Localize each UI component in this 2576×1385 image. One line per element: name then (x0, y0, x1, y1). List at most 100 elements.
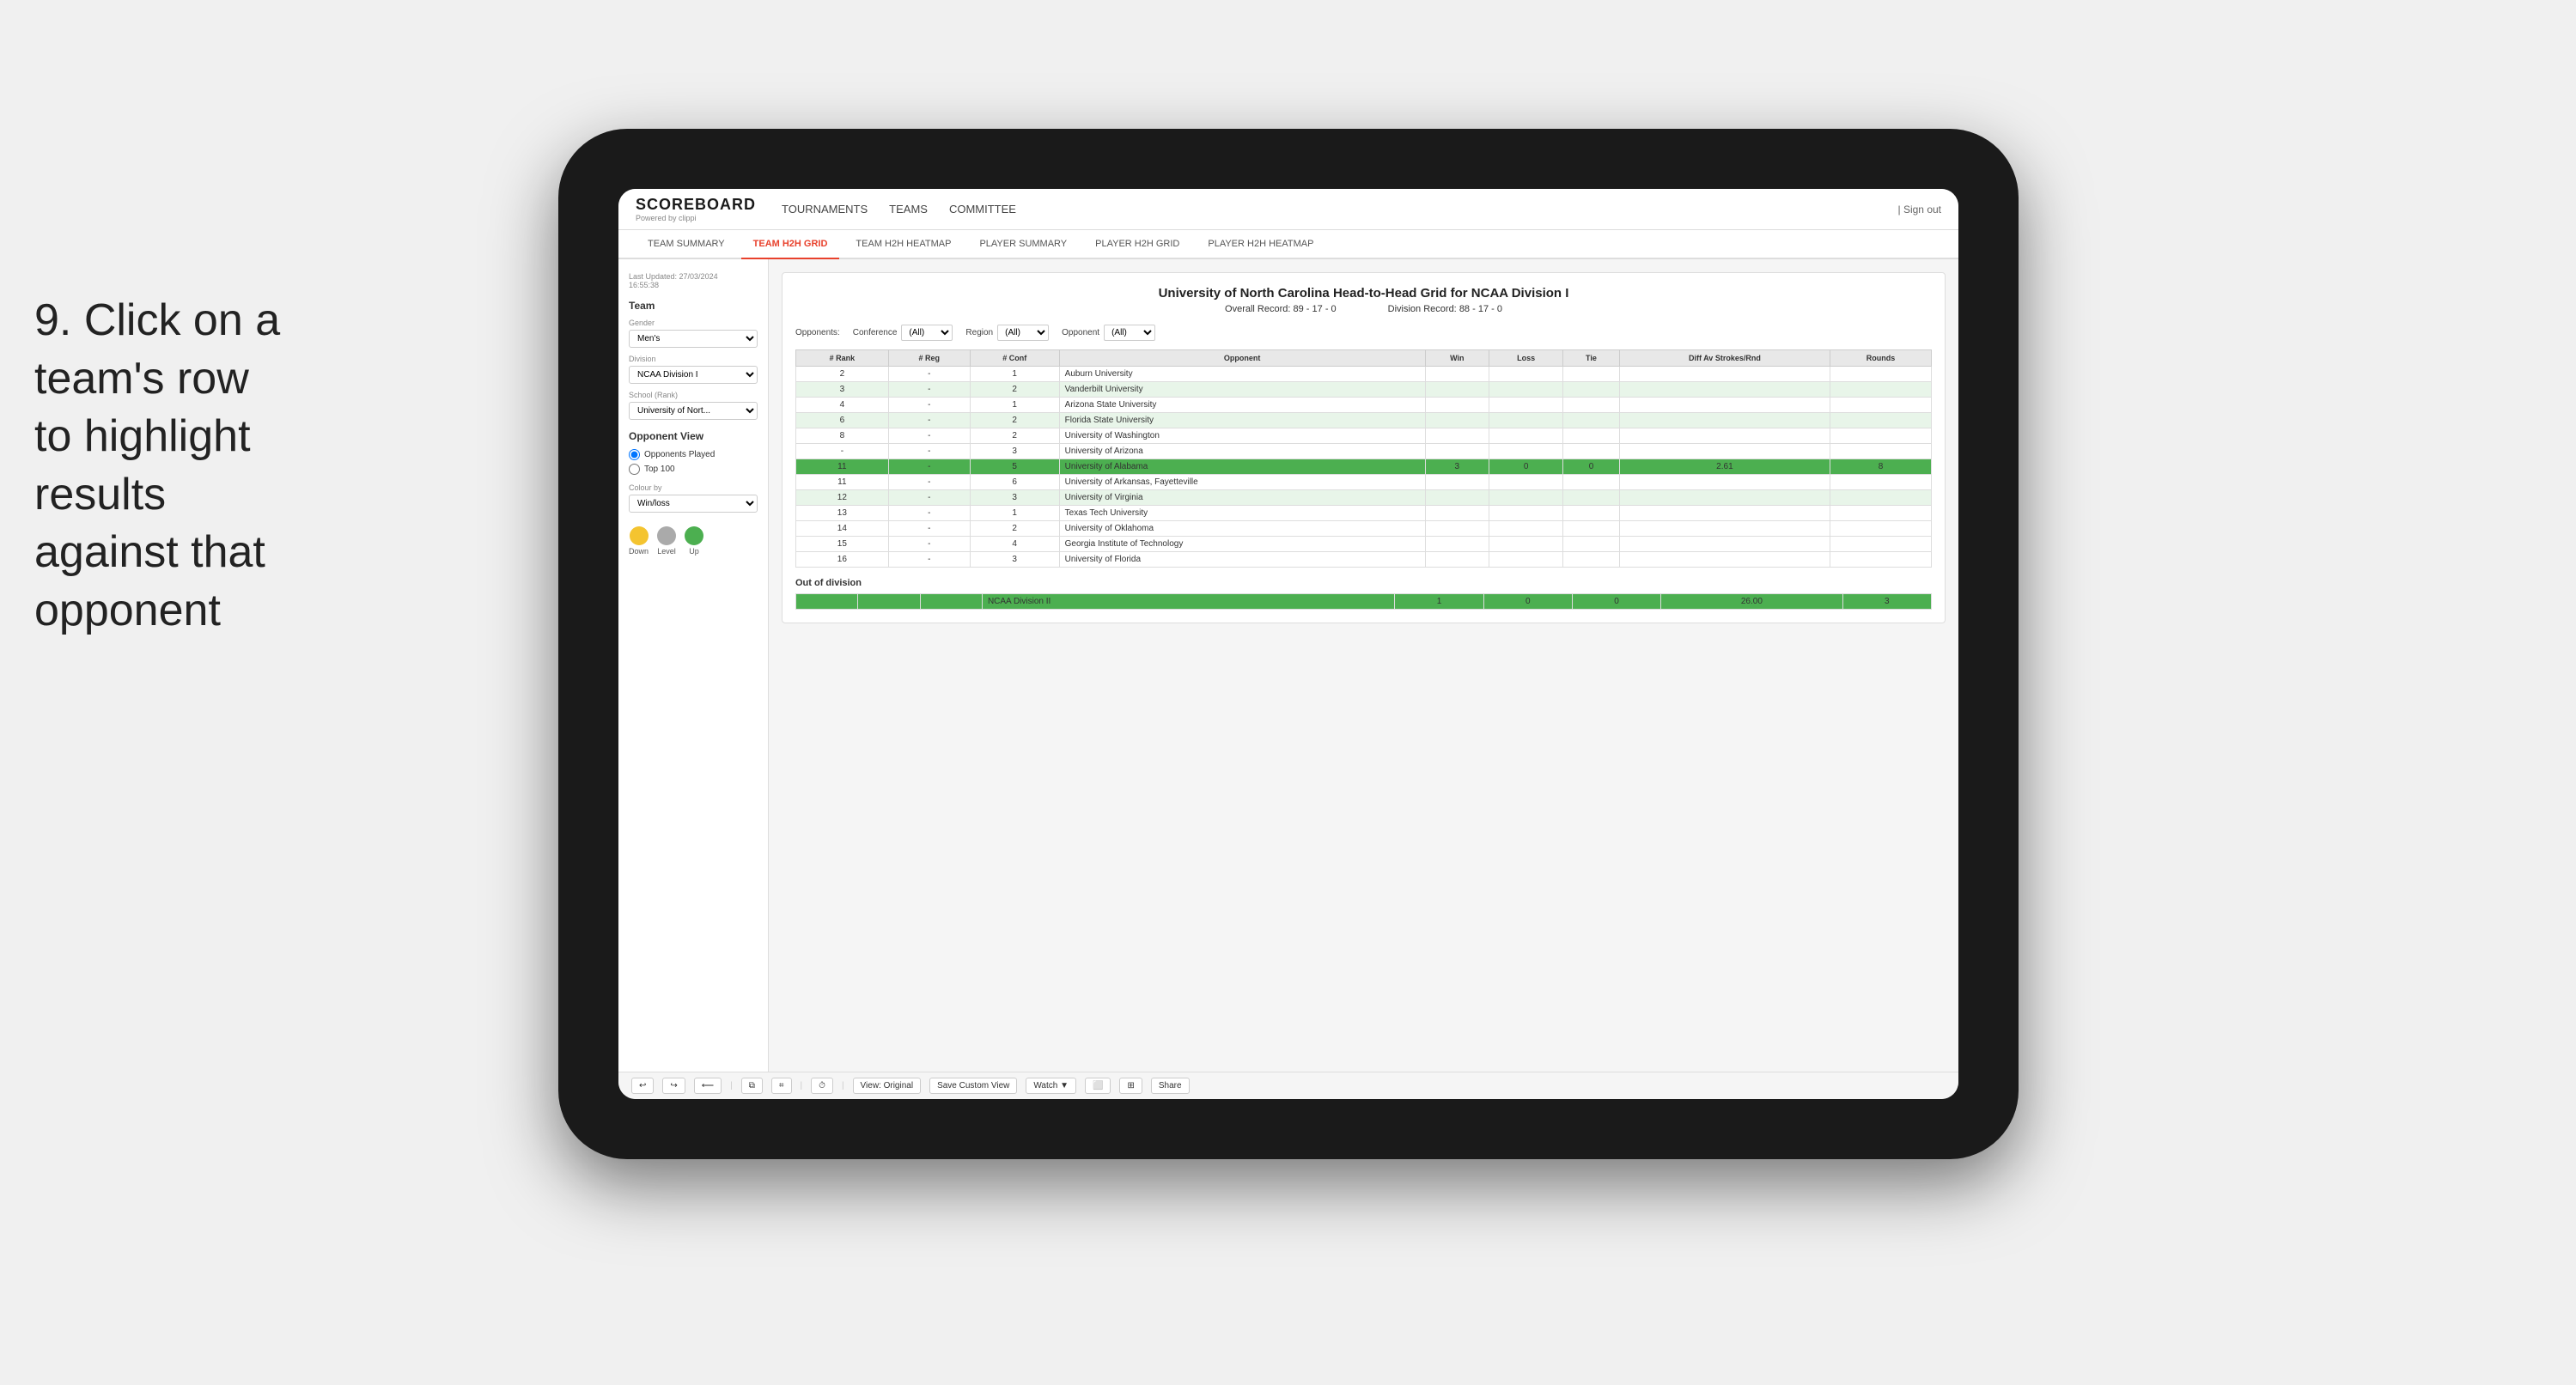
tab-team-summary[interactable]: TEAM SUMMARY (636, 230, 737, 259)
tablet-device: SCOREBOARD Powered by clippi TOURNAMENTS… (558, 129, 2019, 1159)
legend-up: Up (685, 526, 703, 556)
view-original-btn[interactable]: View: Original (853, 1078, 922, 1094)
tab-team-h2h-grid[interactable]: TEAM H2H GRID (741, 230, 840, 259)
table-row[interactable]: 16-3University of Florida (796, 552, 1932, 568)
col-conf: # Conf (970, 350, 1059, 367)
division-record: Division Record: 88 - 17 - 0 (1388, 304, 1502, 314)
col-reg: # Reg (888, 350, 970, 367)
ood-rounds: 3 (1842, 594, 1931, 610)
ood-diff: 26.00 (1661, 594, 1843, 610)
tab-player-h2h-grid[interactable]: PLAYER H2H GRID (1083, 230, 1191, 259)
h2h-table: # Rank # Reg # Conf Opponent Win Loss Ti… (795, 349, 1932, 568)
conference-filter: Conference (All) (853, 325, 953, 341)
grid-records: Overall Record: 89 - 17 - 0 Division Rec… (795, 304, 1932, 314)
table-header-row: # Rank # Reg # Conf Opponent Win Loss Ti… (796, 350, 1932, 367)
radio-opponents-played[interactable]: Opponents Played (629, 449, 758, 460)
conference-select[interactable]: (All) (901, 325, 953, 341)
filter-row: Opponents: Conference (All) Region ( (795, 325, 1932, 341)
main-content: Last Updated: 27/03/2024 16:55:38 Team G… (618, 259, 1958, 1072)
col-rounds: Rounds (1830, 350, 1932, 367)
nav-sign-out[interactable]: | Sign out (1898, 203, 1941, 216)
nav-committee[interactable]: COMMITTEE (949, 199, 1016, 219)
legend-down-dot (630, 526, 649, 545)
out-of-division-header: Out of division (795, 578, 1932, 588)
table-row[interactable]: 13-1Texas Tech University (796, 506, 1932, 521)
redo-btn[interactable]: ↪ (662, 1078, 685, 1094)
table-row[interactable]: 15-4Georgia Institute of Technology (796, 537, 1932, 552)
table-row[interactable]: 3-2Vanderbilt University (796, 382, 1932, 398)
grid-panel: University of North Carolina Head-to-Hea… (769, 259, 1958, 1072)
watch-btn[interactable]: Watch ▼ (1026, 1078, 1076, 1094)
school-select[interactable]: University of Nort... (629, 402, 758, 420)
region-filter: Region (All) (965, 325, 1049, 341)
table-row[interactable]: 2-1Auburn University (796, 367, 1932, 382)
logo-scoreboard: SCOREBOARD (636, 196, 756, 214)
bottom-toolbar: ↩ ↪ ⟵ | ⧉ ⌗ | ⏱ | View: Original Save Cu… (618, 1072, 1958, 1099)
ood-label: NCAA Division II (982, 594, 1394, 610)
undo-btn[interactable]: ↩ (631, 1078, 654, 1094)
share-btn[interactable]: Share (1151, 1078, 1190, 1094)
col-opponent: Opponent (1059, 350, 1425, 367)
nav-links: TOURNAMENTS TEAMS COMMITTEE (782, 199, 1873, 219)
gender-label: Gender (629, 319, 758, 327)
tab-player-h2h-heatmap[interactable]: PLAYER H2H HEATMAP (1196, 230, 1325, 259)
table-row[interactable]: 12-3University of Virginia (796, 490, 1932, 506)
nav-tournaments[interactable]: TOURNAMENTS (782, 199, 868, 219)
out-of-division-table: NCAA Division II 1 0 0 26.00 3 (795, 593, 1932, 610)
table-row[interactable]: 8-2University of Washington (796, 428, 1932, 444)
col-diff: Diff Av Strokes/Rnd (1619, 350, 1830, 367)
team-section-title: Team (629, 300, 758, 312)
ood-reg (858, 594, 920, 610)
col-loss: Loss (1489, 350, 1563, 367)
logo-powered: Powered by clippi (636, 214, 756, 222)
division-label: Division (629, 355, 758, 363)
timer-btn[interactable]: ⏱ (811, 1078, 833, 1094)
table-row[interactable]: 11-6University of Arkansas, Fayetteville (796, 475, 1932, 490)
legend: Down Level Up (629, 526, 758, 556)
legend-level: Level (657, 526, 676, 556)
instruction-text: 9. Click on a team's row to highlight re… (34, 292, 283, 641)
table-row[interactable]: 4-1Arizona State University (796, 398, 1932, 413)
grid-btn[interactable]: ⊞ (1119, 1078, 1142, 1094)
ood-tie: 0 (1572, 594, 1660, 610)
radio-top100[interactable]: Top 100 (629, 464, 758, 475)
last-updated: Last Updated: 27/03/2024 16:55:38 (629, 272, 758, 289)
back-btn[interactable]: ⟵ (694, 1078, 722, 1094)
table-row[interactable]: 11-5University of Alabama3002.618 (796, 459, 1932, 475)
gender-select[interactable]: Men's (629, 330, 758, 348)
tablet-screen: SCOREBOARD Powered by clippi TOURNAMENTS… (618, 189, 1958, 1099)
scene: 9. Click on a team's row to highlight re… (0, 0, 2576, 1385)
nav-teams[interactable]: TEAMS (889, 199, 928, 219)
tab-player-summary[interactable]: PLAYER SUMMARY (967, 230, 1079, 259)
legend-down: Down (629, 526, 649, 556)
opponent-view-options: Opponents Played Top 100 (629, 449, 758, 475)
col-tie: Tie (1563, 350, 1619, 367)
table-row[interactable]: --3University of Arizona (796, 444, 1932, 459)
col-rank: # Rank (796, 350, 889, 367)
ood-conf (920, 594, 982, 610)
copy-btn[interactable]: ⧉ (741, 1078, 763, 1094)
colour-by-select[interactable]: Win/loss (629, 495, 758, 513)
overall-record: Overall Record: 89 - 17 - 0 (1225, 304, 1337, 314)
ood-rank (796, 594, 858, 610)
legend-up-dot (685, 526, 703, 545)
save-custom-view-btn[interactable]: Save Custom View (929, 1078, 1017, 1094)
grid-container: University of North Carolina Head-to-Hea… (782, 272, 1946, 623)
legend-level-dot (657, 526, 676, 545)
col-win: Win (1425, 350, 1489, 367)
opponent-view-title: Opponent View (629, 430, 758, 442)
nav-bar: SCOREBOARD Powered by clippi TOURNAMENTS… (618, 189, 1958, 230)
table-row[interactable]: 6-2Florida State University (796, 413, 1932, 428)
screen-btn[interactable]: ⬜ (1085, 1078, 1111, 1094)
colour-by-label: Colour by (629, 483, 758, 492)
ood-win: 1 (1395, 594, 1483, 610)
sub-nav: TEAM SUMMARY TEAM H2H GRID TEAM H2H HEAT… (618, 230, 1958, 259)
out-of-division-row[interactable]: NCAA Division II 1 0 0 26.00 3 (796, 594, 1932, 610)
paste-btn[interactable]: ⌗ (771, 1078, 792, 1094)
tab-team-h2h-heatmap[interactable]: TEAM H2H HEATMAP (843, 230, 963, 259)
table-row[interactable]: 14-2University of Oklahoma (796, 521, 1932, 537)
division-select[interactable]: NCAA Division I (629, 366, 758, 384)
opponent-select[interactable]: (All) (1104, 325, 1155, 341)
region-select[interactable]: (All) (997, 325, 1049, 341)
logo-area: SCOREBOARD Powered by clippi (636, 196, 756, 222)
